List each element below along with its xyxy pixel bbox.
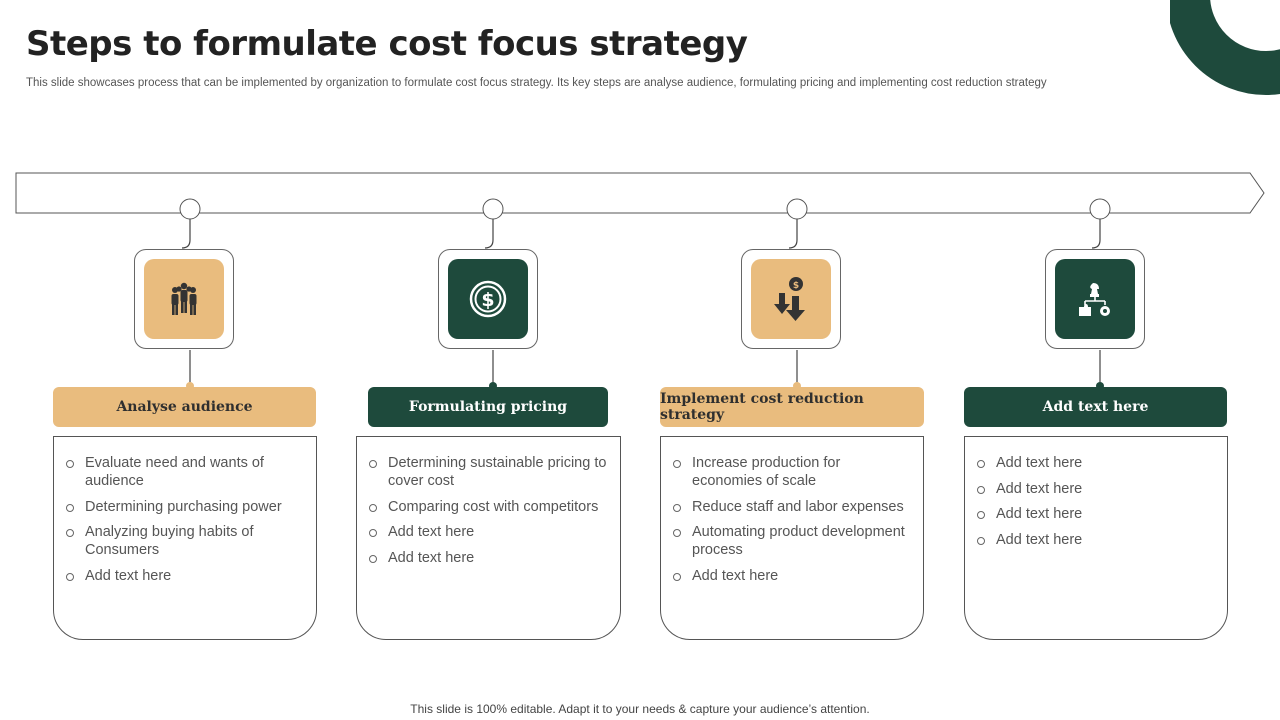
step-3-icon-tile: $ xyxy=(751,259,831,339)
cost-reduction-icon: $ xyxy=(774,277,805,321)
step-4-icon-frame xyxy=(1045,249,1145,349)
list-item: Determining sustainable pricing to cover… xyxy=(369,454,608,490)
footer-note: This slide is 100% editable. Adapt it to… xyxy=(410,702,870,716)
svg-text:$: $ xyxy=(793,281,799,291)
step-1-card: Evaluate need and wants of audience Dete… xyxy=(53,436,317,640)
list-item: Add text here xyxy=(977,531,1215,549)
step-4-label: Add text here xyxy=(964,387,1227,427)
list-item: Reduce staff and labor expenses xyxy=(673,498,911,516)
strategy-icon xyxy=(1079,283,1110,316)
step-1-icon-tile xyxy=(144,259,224,339)
list-item: Evaluate need and wants of audience xyxy=(66,454,304,490)
step-4-icon-tile xyxy=(1055,259,1135,339)
list-item: Automating product development process xyxy=(673,523,911,559)
list-item: Comparing cost with competitors xyxy=(369,498,608,516)
list-item: Add text here xyxy=(369,549,608,567)
list-item: Add text here xyxy=(977,480,1215,498)
step-2-card: Determining sustainable pricing to cover… xyxy=(356,436,621,640)
list-item: Increase production for economies of sca… xyxy=(673,454,911,490)
dollar-coin-icon: $ xyxy=(469,280,507,318)
step-2-label: Formulating pricing xyxy=(368,387,608,427)
step-1-icon-frame xyxy=(134,249,234,349)
list-item: Add text here xyxy=(977,454,1215,472)
team-icon xyxy=(171,282,197,315)
step-2-icon-tile: $ xyxy=(448,259,528,339)
page-subtitle: This slide showcases process that can be… xyxy=(26,77,1047,89)
list-item: Add text here xyxy=(66,567,304,585)
svg-text:$: $ xyxy=(481,289,494,311)
step-4-card: Add text here Add text here Add text her… xyxy=(964,436,1228,640)
corner-decoration xyxy=(1170,0,1280,100)
list-item: Analyzing buying habits of Consumers xyxy=(66,523,304,559)
list-item: Add text here xyxy=(369,523,608,541)
step-2-icon-frame: $ xyxy=(438,249,538,349)
page-title: Steps to formulate cost focus strategy xyxy=(26,24,748,64)
list-item: Add text here xyxy=(673,567,911,585)
step-3-icon-frame: $ xyxy=(741,249,841,349)
step-3-label: Implement cost reduction strategy xyxy=(660,387,924,427)
list-item: Determining purchasing power xyxy=(66,498,304,516)
step-1-label: Analyse audience xyxy=(53,387,316,427)
list-item: Add text here xyxy=(977,505,1215,523)
step-3-card: Increase production for economies of sca… xyxy=(660,436,924,640)
